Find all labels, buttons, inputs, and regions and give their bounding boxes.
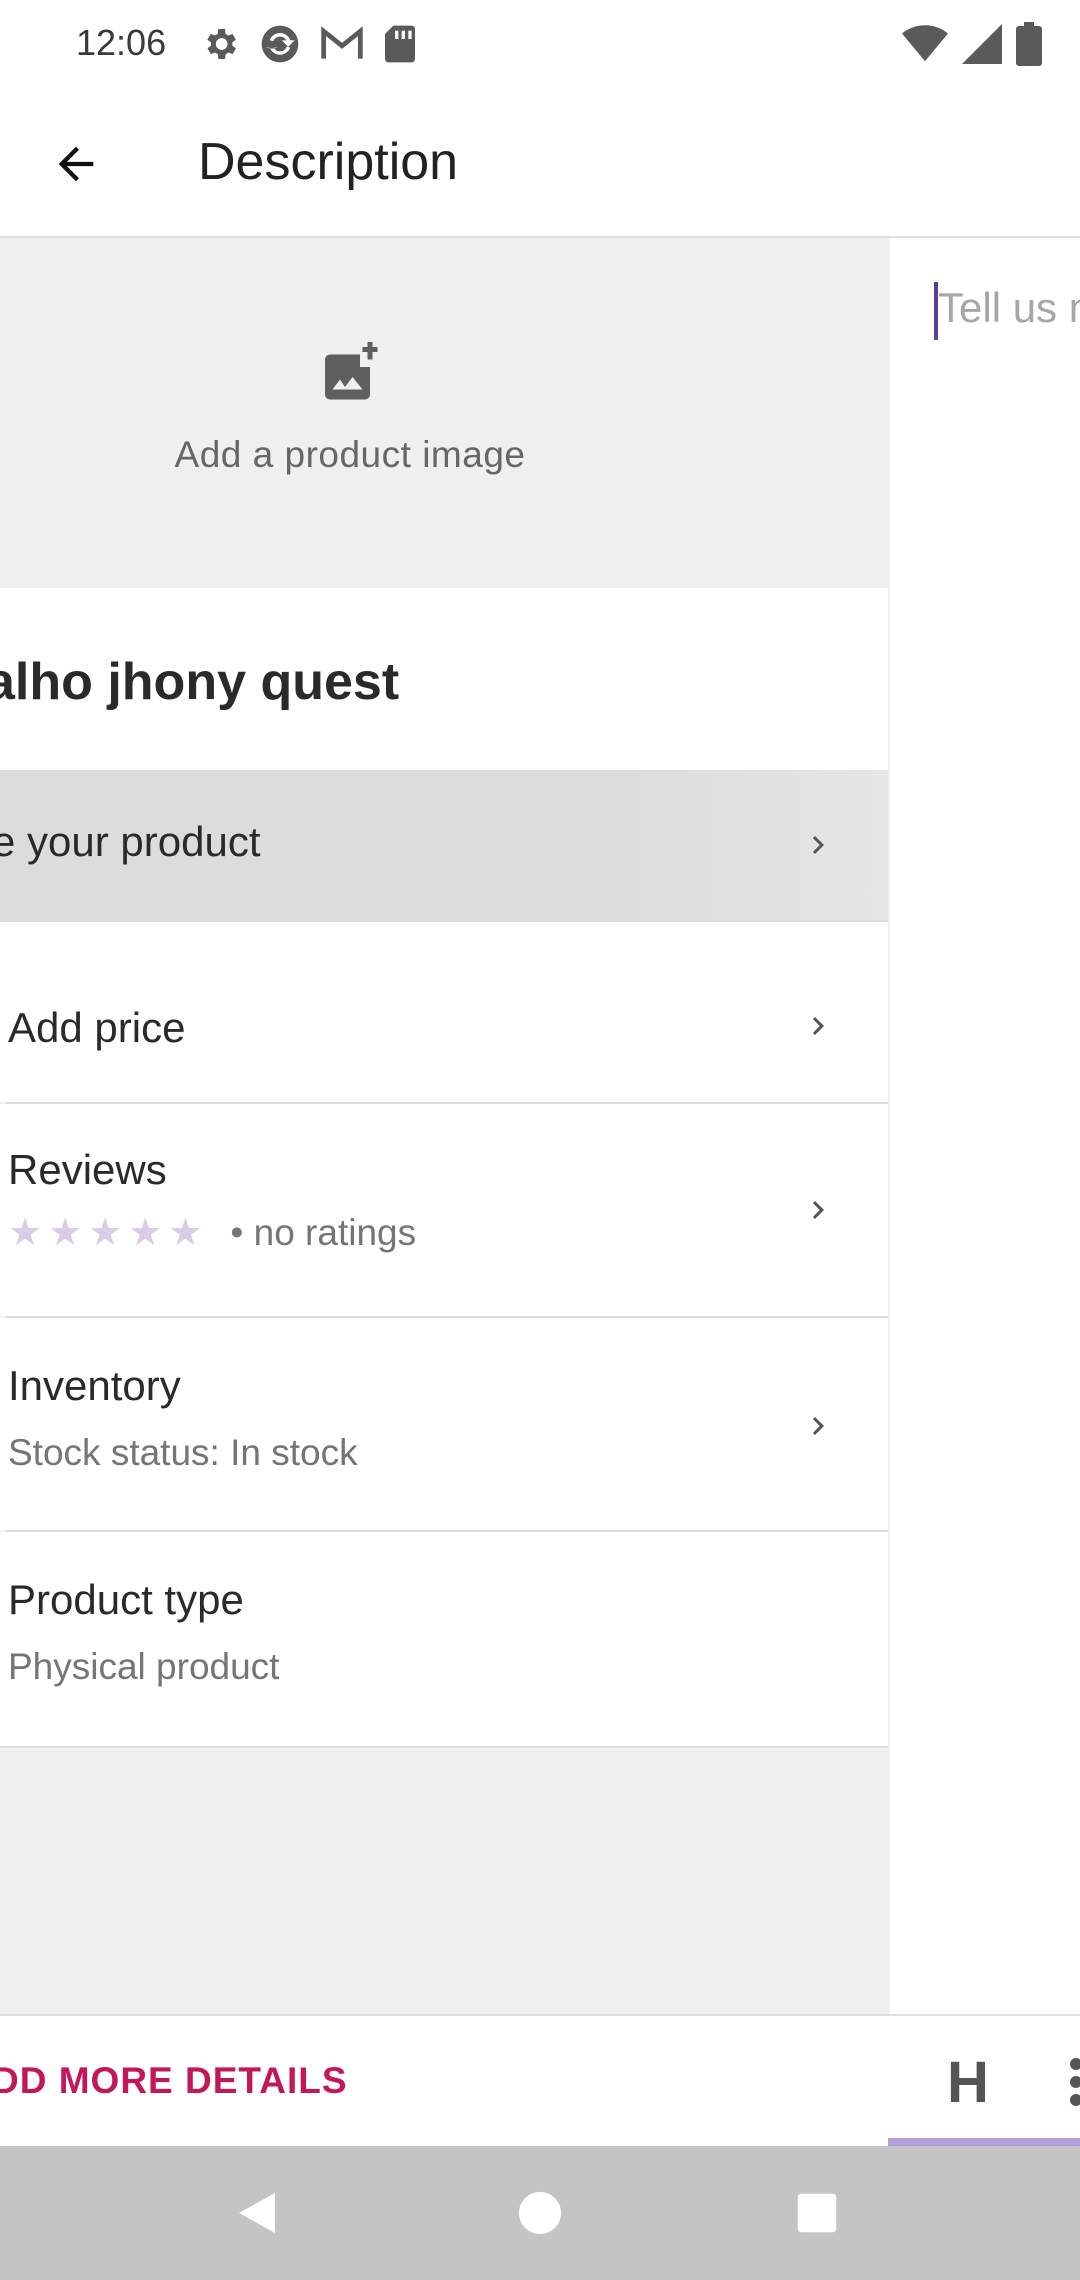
- product-type-label: Product type: [8, 1576, 244, 1623]
- inventory-row[interactable]: Inventory Stock status: In stock: [0, 1318, 888, 1530]
- add-price-label: Add price: [8, 1004, 186, 1051]
- reviews-row[interactable]: Reviews ★ ★ ★ ★ ★ • no ratings: [0, 1104, 888, 1316]
- star-icon: ★: [128, 1212, 163, 1254]
- reviews-label: Reviews: [8, 1146, 167, 1193]
- inventory-status: Stock status: In stock: [8, 1432, 358, 1473]
- nav-recents-button[interactable]: [782, 2178, 852, 2248]
- page-title: Description: [198, 133, 459, 191]
- product-type-row[interactable]: Product type Physical product: [0, 1532, 888, 1746]
- rating-text: • no ratings: [230, 1212, 417, 1253]
- battery-icon: [1016, 22, 1042, 71]
- add-product-image-label: Add a product image: [174, 434, 526, 475]
- nav-home-button[interactable]: [505, 2178, 575, 2248]
- status-bar: 12:06: [0, 0, 1080, 88]
- nav-back-button[interactable]: [224, 2178, 294, 2248]
- description-input[interactable]: Tell us m: [938, 284, 1080, 332]
- system-nav-bar: [0, 2146, 1080, 2280]
- add-photo-icon: [320, 342, 380, 402]
- notification-icons: [200, 22, 418, 71]
- add-product-image-area[interactable]: Add a product image: [0, 238, 888, 586]
- toolbar-indicator: [888, 2138, 1080, 2146]
- chevron-right-icon: [812, 1417, 824, 1435]
- sd-card-icon: [382, 24, 418, 69]
- chevron-right-icon: [812, 1017, 824, 1035]
- divider: [0, 1746, 888, 1748]
- settings-icon: [200, 24, 240, 69]
- arrow-back-icon: [58, 146, 94, 182]
- rating-stars: ★ ★ ★ ★ ★ • no ratings: [8, 1212, 416, 1254]
- inventory-label: Inventory: [8, 1362, 181, 1409]
- gmail-icon: [320, 24, 364, 69]
- back-button[interactable]: [40, 128, 112, 200]
- wifi-icon: [902, 24, 948, 69]
- divider: [0, 920, 888, 922]
- app-bar: Description: [0, 88, 1080, 238]
- chevron-right-icon: [812, 1201, 824, 1219]
- product-detail-panel: Add a product image alho jhony quest e y…: [0, 238, 888, 2014]
- star-icon: ★: [8, 1212, 43, 1254]
- describe-product-row[interactable]: e your product: [0, 770, 888, 920]
- star-icon: ★: [88, 1212, 123, 1254]
- home-circle-icon: [518, 2191, 562, 2235]
- sync-icon: [258, 22, 302, 71]
- recents-square-icon: [797, 2193, 837, 2233]
- status-time: 12:06: [76, 22, 167, 63]
- back-triangle-icon: [239, 2193, 275, 2233]
- signal-icon: [962, 24, 1002, 69]
- product-type-value: Physical product: [8, 1646, 280, 1687]
- add-more-details-button[interactable]: DD MORE DETAILS: [0, 2060, 348, 2102]
- more-vert-icon[interactable]: [1064, 2056, 1080, 2108]
- description-editor-panel: Tell us m: [888, 238, 1080, 2014]
- heading-format-button[interactable]: H: [888, 2016, 1048, 2146]
- star-icon: ★: [168, 1212, 203, 1254]
- system-icons: [902, 22, 1042, 71]
- details-footer: DD MORE DETAILS: [0, 2014, 888, 2146]
- add-price-row[interactable]: Add price: [0, 948, 888, 1102]
- chevron-right-icon: [812, 836, 824, 854]
- product-title[interactable]: alho jhony quest: [0, 652, 399, 712]
- star-icon: ★: [48, 1212, 83, 1254]
- describe-product-label: e your product: [0, 818, 261, 865]
- format-toolbar: H: [888, 2014, 1080, 2146]
